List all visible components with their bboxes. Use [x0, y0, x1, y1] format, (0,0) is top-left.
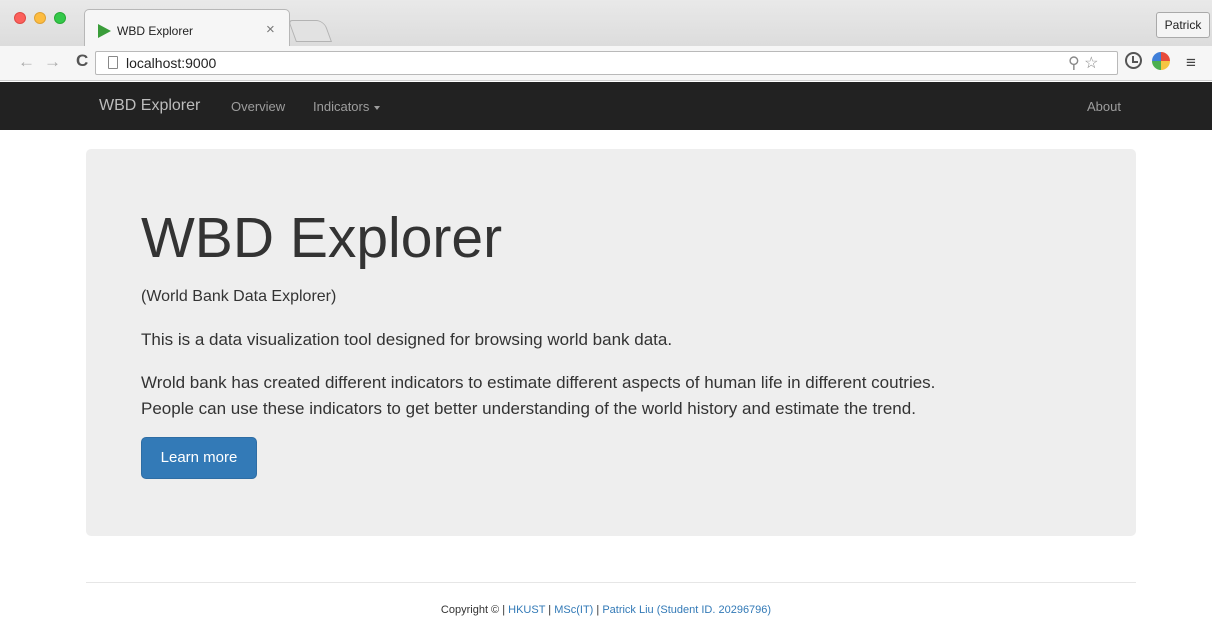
footer-separator: | [593, 604, 603, 616]
page-icon [108, 56, 118, 69]
learn-more-button[interactable]: Learn more [141, 437, 257, 479]
color-extension-icon[interactable] [1152, 52, 1170, 70]
favicon-play-icon [98, 24, 111, 38]
footer: Copyright © | HKUST | MSc(IT) | Patrick … [0, 604, 1212, 616]
page-title: WBD Explorer [141, 206, 503, 270]
author-link[interactable]: Patrick Liu (Student ID. 20296796) [602, 604, 771, 616]
minimize-window-button[interactable] [34, 12, 46, 24]
nav-about[interactable]: About [1087, 99, 1121, 114]
zoom-window-button[interactable] [54, 12, 66, 24]
reload-icon[interactable]: C [76, 51, 88, 71]
description-paragraph: This is a data visualization tool design… [141, 330, 673, 349]
navbar-brand[interactable]: WBD Explorer [99, 97, 200, 115]
back-arrow-icon[interactable]: ← [18, 52, 35, 72]
footer-divider [86, 582, 1136, 583]
close-window-button[interactable] [14, 12, 26, 24]
page-subtitle: (World Bank Data Explorer) [141, 288, 337, 305]
forward-arrow-icon[interactable]: → [44, 52, 61, 72]
nav-indicators[interactable]: Indicators [313, 99, 381, 114]
clock-extension-icon[interactable] [1125, 52, 1142, 69]
nav-overview[interactable]: Overview [231, 99, 285, 114]
tab-close-icon[interactable]: × [266, 21, 275, 38]
profile-button[interactable]: Patrick [1156, 12, 1210, 38]
address-bar[interactable] [95, 51, 1118, 75]
hkust-link[interactable]: HKUST [508, 604, 545, 616]
menu-icon[interactable]: ≡ [1186, 53, 1196, 73]
indicators-paragraph-line1: Wrold bank has created different indicat… [141, 373, 936, 392]
url-text[interactable]: localhost:9000 [126, 55, 216, 71]
zoom-bookmark-icons[interactable]: ⚲ ☆ [1068, 53, 1099, 73]
indicators-paragraph-line2: People can use these indicators to get b… [141, 399, 916, 418]
tab-title: WBD Explorer [117, 24, 194, 38]
mscit-link[interactable]: MSc(IT) [554, 604, 593, 616]
caret-down-icon [374, 105, 381, 110]
nav-indicators-label: Indicators [313, 99, 370, 114]
copyright-text: Copyright © | [440, 604, 509, 616]
footer-separator: | [545, 604, 555, 616]
